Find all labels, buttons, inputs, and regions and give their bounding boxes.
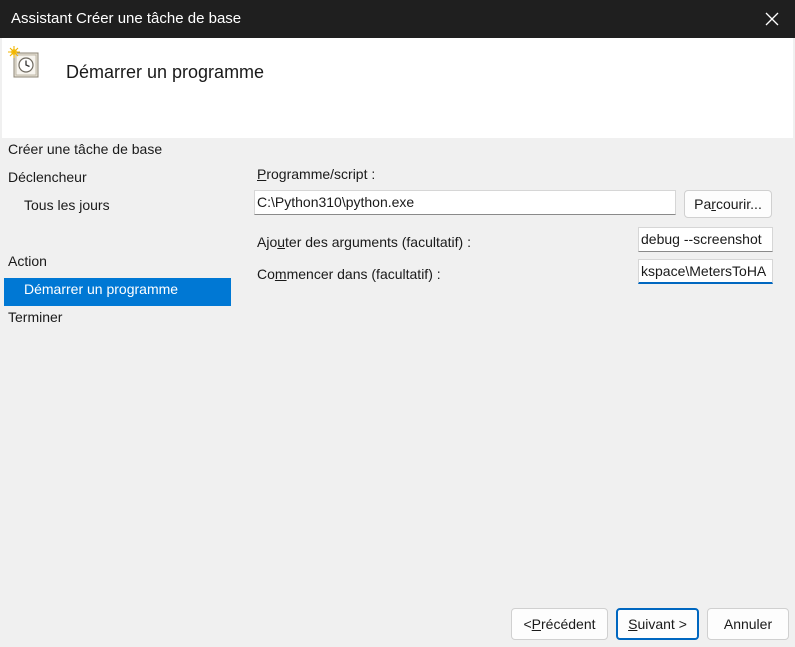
arguments-input[interactable]: debug --screenshot (638, 227, 773, 252)
close-button[interactable] (749, 0, 795, 38)
step-daily: Tous les jours (24, 197, 110, 213)
program-script-label: Programme/script : (257, 166, 376, 182)
window-title: Assistant Créer une tâche de base (11, 10, 242, 27)
wizard-window: Assistant Créer une tâche de base Démarr… (0, 0, 795, 647)
page-heading: Démarrer un programme (66, 62, 265, 82)
start-in-input-value: kspace\MetersToHA (641, 263, 767, 279)
step-action: Action (8, 253, 47, 269)
program-script-input[interactable]: C:\Python310\python.exe (254, 190, 676, 215)
browse-button[interactable]: Pa r courir... (684, 190, 772, 218)
program-script-label-text: rogramme/script : (266, 166, 376, 182)
cancel-button[interactable]: Annuler (707, 608, 789, 640)
back-button[interactable]: < Précédent (511, 608, 608, 640)
step-trigger: Déclencheur (8, 169, 87, 185)
wizard-header: Démarrer un programme (2, 38, 793, 138)
title-bar: Assistant Créer une tâche de base (0, 0, 795, 38)
step-create-task: Créer une tâche de base (8, 141, 163, 157)
wizard-steps: Créer une tâche de base Déclencheur Tous… (0, 138, 240, 598)
start-in-input[interactable]: kspace\MetersToHA (638, 259, 773, 284)
step-finish: Terminer (8, 309, 63, 325)
close-icon (765, 12, 779, 26)
arguments-input-value: debug --screenshot (641, 231, 762, 247)
step-start-program-selected: Démarrer un programme (4, 278, 231, 306)
start-in-label: Commencer dans (facultatif) : (257, 266, 441, 282)
next-button[interactable]: Suivant > (616, 608, 699, 640)
arguments-label: Ajouter des arguments (facultatif) : (257, 234, 471, 250)
scheduled-task-clock-icon (8, 46, 39, 78)
